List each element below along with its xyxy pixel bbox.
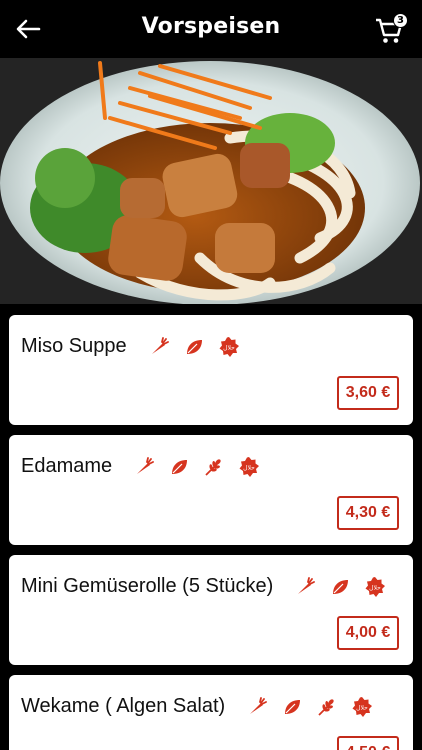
menu-item-name: Wekame ( Algen Salat) <box>21 695 226 717</box>
cart-button[interactable]: 3 <box>374 12 408 46</box>
menu-item-card[interactable]: Miso Suppe حلال 3,60 € <box>9 315 413 425</box>
top-app-bar: Vorspeisen 3 <box>0 0 422 58</box>
price-button[interactable]: 4,30 € <box>337 496 399 530</box>
wheat-icon <box>314 696 340 718</box>
leaf-icon <box>327 576 353 598</box>
carrot-icon <box>146 336 172 358</box>
page-title: Vorspeisen <box>141 14 281 39</box>
svg-text:حلال: حلال <box>356 704 368 711</box>
halal-icon: حلال <box>362 576 388 598</box>
category-hero-image <box>0 58 422 304</box>
carrot-icon <box>244 696 270 718</box>
price-button[interactable]: 4,00 € <box>337 616 399 650</box>
menu-item-name: Edamame <box>21 455 113 477</box>
carrot-icon <box>131 456 157 478</box>
halal-icon: حلال <box>236 456 262 478</box>
price-button[interactable]: 4,50 € <box>337 736 399 750</box>
wheat-icon <box>201 456 227 478</box>
leaf-icon <box>181 336 207 358</box>
menu-item-card[interactable]: Wekame ( Algen Salat) حلال 4,50 € <box>9 675 413 750</box>
halal-icon: حلال <box>349 696 375 718</box>
leaf-icon <box>166 456 192 478</box>
cart-count-badge: 3 <box>393 13 408 28</box>
menu-item-name: Mini Gemüserolle (5 Stücke) <box>21 575 274 597</box>
menu-item-name: Miso Suppe <box>21 335 127 357</box>
menu-item-card[interactable]: Edamame حلال 4,30 € <box>9 435 413 545</box>
halal-icon: حلال <box>216 336 242 358</box>
svg-text:حلال: حلال <box>243 464 255 471</box>
carrot-icon <box>292 576 318 598</box>
price-button[interactable]: 3,60 € <box>337 376 399 410</box>
leaf-icon <box>279 696 305 718</box>
svg-text:حلال: حلال <box>369 584 381 591</box>
svg-text:حلال: حلال <box>223 344 235 351</box>
menu-item-card[interactable]: Mini Gemüserolle (5 Stücke) حلال 4,00 € <box>9 555 413 665</box>
